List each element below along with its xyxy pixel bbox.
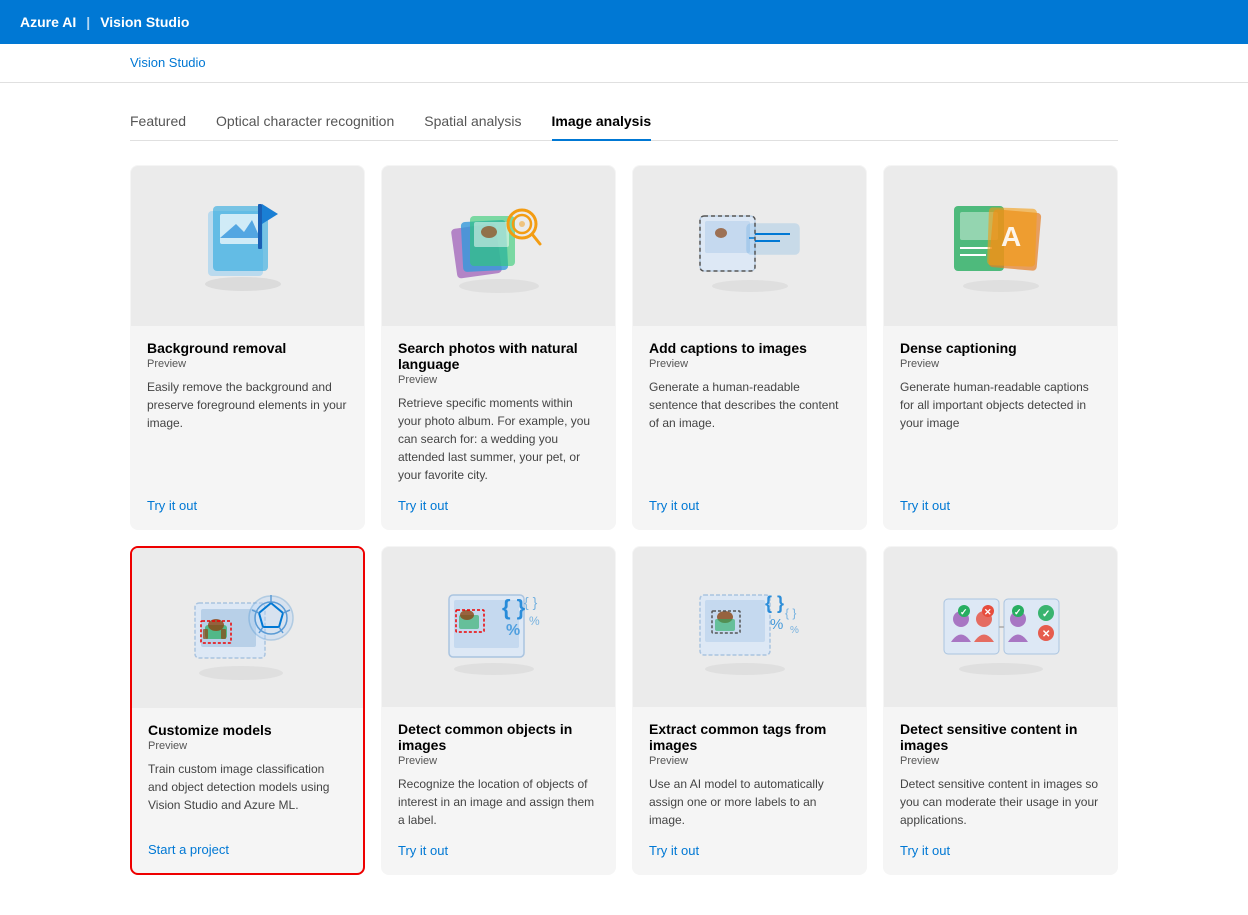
card-badge-customize-models: Preview [148,740,347,752]
svg-text:%: % [506,622,520,639]
card-image-search-photos [382,166,615,326]
card-body-extract-tags: Extract common tags from images Preview Us… [633,707,866,874]
card-desc-search-photos: Retrieve specific moments within your ph… [398,394,599,484]
card-background-removal[interactable]: Background removal Preview Easily remove t… [130,165,365,530]
topbar: Azure AI | Vision Studio [0,0,1248,44]
card-title-customize-models: Customize models [148,722,347,738]
card-body-search-photos: Search photos with natural language Previ… [382,326,615,529]
card-add-captions[interactable]: Add captions to images Preview Generate a … [632,165,867,530]
card-customize-models[interactable]: Customize models Preview Train custom imag… [130,546,365,875]
card-dense-captioning[interactable]: A Dense captioning Preview Generate human-… [883,165,1118,530]
card-badge-background-removal: Preview [147,358,348,370]
card-title-detect-sensitive: Detect sensitive content in images [900,721,1101,753]
svg-text:A: A [1001,221,1021,252]
card-link-extract-tags[interactable]: Try it out [649,843,850,858]
card-badge-detect-sensitive: Preview [900,755,1101,767]
tab-image[interactable]: Image analysis [552,103,652,141]
card-body-detect-sensitive: Detect sensitive content in images Previe… [884,707,1117,874]
card-body-detect-objects: Detect common objects in images Preview Re… [382,707,615,874]
card-link-detect-sensitive[interactable]: Try it out [900,843,1101,858]
card-desc-dense-captioning: Generate human-readable captions for all… [900,378,1101,484]
card-image-detect-sensitive: ✓ ✕ ✓ ✓ ✕ [884,547,1117,707]
tabs-container: Featured Optical character recognition Spa… [130,103,1118,141]
card-badge-add-captions: Preview [649,358,850,370]
card-desc-customize-models: Train custom image classification and ob… [148,760,347,828]
tab-featured[interactable]: Featured [130,103,186,141]
svg-text:%: % [529,614,540,628]
svg-text:{ }: { } [765,593,784,613]
card-title-add-captions: Add captions to images [649,340,850,356]
svg-text:✓: ✓ [1042,609,1050,620]
card-detect-sensitive[interactable]: ✓ ✕ ✓ ✓ ✕ Detect sensitive content in im… [883,546,1118,875]
svg-text:%: % [790,625,799,636]
svg-text:{ }: { } [524,594,538,610]
cards-grid: Background removal Preview Easily remove t… [130,165,1118,875]
card-desc-detect-sensitive: Detect sensitive content in images so yo… [900,775,1101,829]
card-desc-detect-objects: Recognize the location of objects of int… [398,775,599,829]
topbar-separator: | [86,14,90,30]
card-link-dense-captioning[interactable]: Try it out [900,498,1101,513]
svg-text:✕: ✕ [984,607,992,617]
card-link-search-photos[interactable]: Try it out [398,498,599,513]
card-extract-tags[interactable]: { } % { } % Extract common tags from ima… [632,546,867,875]
card-badge-dense-captioning: Preview [900,358,1101,370]
card-link-customize-models[interactable]: Start a project [148,842,347,857]
svg-text:{ }: { } [502,595,526,620]
card-image-dense-captioning: A [884,166,1117,326]
svg-text:{ }: { } [785,606,796,620]
card-title-detect-objects: Detect common objects in images [398,721,599,753]
card-title-extract-tags: Extract common tags from images [649,721,850,753]
card-image-customize-models [132,548,363,708]
card-link-detect-objects[interactable]: Try it out [398,843,599,858]
card-detect-objects[interactable]: { } % { } % Detect common objects in ima… [381,546,616,875]
svg-text:✕: ✕ [1042,629,1050,640]
card-image-background-removal [131,166,364,326]
card-body-dense-captioning: Dense captioning Preview Generate human-re… [884,326,1117,529]
main-content: Featured Optical character recognition Spa… [0,83,1248,915]
breadcrumb-link[interactable]: Vision Studio [130,55,206,70]
svg-text:%: % [770,616,783,633]
svg-text:✓: ✓ [1014,607,1022,617]
card-desc-add-captions: Generate a human-readable sentence that … [649,378,850,484]
card-body-background-removal: Background removal Preview Easily remove t… [131,326,364,529]
card-desc-background-removal: Easily remove the background and preserv… [147,378,348,484]
card-search-photos[interactable]: Search photos with natural language Previ… [381,165,616,530]
card-body-customize-models: Customize models Preview Train custom imag… [132,708,363,873]
tab-ocr[interactable]: Optical character recognition [216,103,394,141]
card-title-dense-captioning: Dense captioning [900,340,1101,356]
card-title-background-removal: Background removal [147,340,348,356]
card-image-detect-objects: { } % { } % [382,547,615,707]
card-badge-detect-objects: Preview [398,755,599,767]
card-link-background-removal[interactable]: Try it out [147,498,348,513]
card-desc-extract-tags: Use an AI model to automatically assign … [649,775,850,829]
brand-label: Azure AI [20,14,76,30]
tab-spatial[interactable]: Spatial analysis [424,103,521,141]
card-link-add-captions[interactable]: Try it out [649,498,850,513]
card-title-search-photos: Search photos with natural language [398,340,599,372]
card-image-extract-tags: { } % { } % [633,547,866,707]
card-body-add-captions: Add captions to images Preview Generate a … [633,326,866,529]
breadcrumb-bar: Vision Studio [0,44,1248,83]
card-badge-search-photos: Preview [398,374,599,386]
product-label: Vision Studio [100,14,189,30]
card-badge-extract-tags: Preview [649,755,850,767]
card-image-add-captions [633,166,866,326]
svg-text:✓: ✓ [960,607,968,617]
